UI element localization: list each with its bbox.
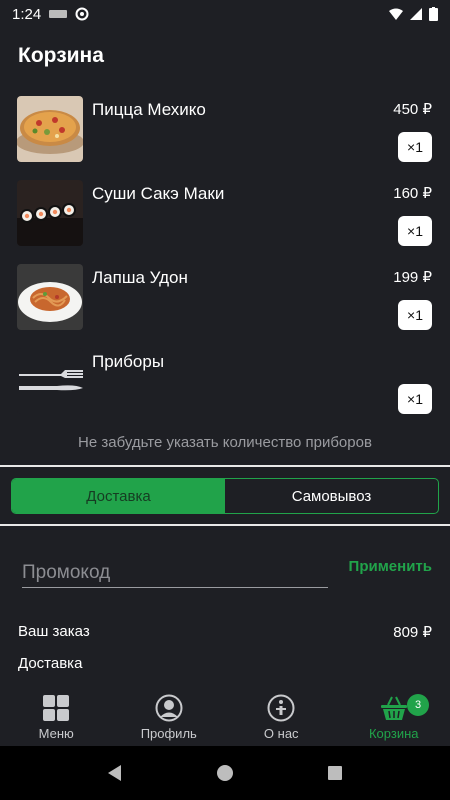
bottom-nav: Меню Профиль О нас Корзина 3: [0, 688, 450, 746]
cart-item: Лапша Удон 199 ₽ ×1: [0, 260, 450, 344]
recents-icon[interactable]: [326, 764, 344, 782]
cart-item: Суши Сакэ Маки 160 ₽ ×1: [0, 176, 450, 260]
nav-label: Профиль: [140, 726, 197, 741]
profile-icon: [155, 694, 183, 722]
noodles-image: [17, 264, 83, 330]
promo-code-input[interactable]: [22, 558, 328, 588]
system-nav-bar: [0, 746, 450, 800]
at-sign-icon: [75, 7, 89, 21]
cart-item: Приборы ×1: [0, 344, 450, 428]
apply-promo-button[interactable]: Применить: [349, 558, 432, 575]
back-icon[interactable]: [106, 764, 124, 782]
item-price: 160 ₽: [393, 185, 432, 202]
nav-cart[interactable]: Корзина 3: [338, 688, 450, 746]
nav-label: Меню: [38, 726, 74, 741]
battery-icon: [429, 7, 438, 21]
divider: [0, 465, 450, 467]
cutlery-image: [17, 348, 83, 414]
divider: [0, 524, 450, 526]
grid-icon: [43, 695, 70, 721]
pizza-image: [17, 96, 83, 162]
item-name: Суши Сакэ Маки: [92, 184, 225, 203]
quantity-button[interactable]: ×1: [398, 216, 432, 246]
status-bar: 1:24: [0, 0, 450, 28]
quantity-button[interactable]: ×1: [398, 300, 432, 330]
nav-label: Корзина: [368, 726, 419, 741]
nav-about[interactable]: О нас: [225, 688, 338, 746]
nav-label: О нас: [263, 726, 299, 741]
order-total-value: 809 ₽: [393, 624, 432, 641]
wifi-icon: [389, 8, 403, 20]
order-total-label: Ваш заказ: [18, 623, 90, 640]
page-title: Корзина: [18, 44, 104, 67]
item-name: Пицца Мехико: [92, 100, 206, 119]
nav-profile[interactable]: Профиль: [113, 688, 226, 746]
item-name: Лапша Удон: [92, 268, 188, 287]
delivery-option[interactable]: Доставка: [12, 479, 225, 513]
status-time: 1:24: [12, 5, 42, 23]
about-icon: [267, 694, 295, 722]
delivery-toggle: Доставка Самовывоз: [11, 478, 439, 514]
basket-icon: [380, 696, 407, 720]
item-price: 450 ₽: [393, 101, 432, 118]
cutlery-hint: Не забудьте указать количество приборов: [78, 434, 372, 451]
home-icon[interactable]: [216, 764, 234, 782]
quantity-button[interactable]: ×1: [398, 132, 432, 162]
signal-icon: [410, 8, 422, 20]
cart-count-badge: 3: [407, 694, 429, 716]
pickup-option[interactable]: Самовывоз: [225, 479, 438, 513]
cart-list: Пицца Мехико 450 ₽ ×1 Суши Сакэ Маки 160…: [0, 92, 450, 428]
delivery-label: Доставка: [18, 655, 83, 672]
item-price: 199 ₽: [393, 269, 432, 286]
app-notification-icon: [49, 10, 68, 18]
quantity-button[interactable]: ×1: [398, 384, 432, 414]
nav-menu[interactable]: Меню: [0, 688, 113, 746]
delivery-row: Доставка: [18, 655, 432, 672]
cart-item: Пицца Мехико 450 ₽ ×1: [0, 92, 450, 176]
sushi-image: [17, 180, 83, 246]
order-total-row: Ваш заказ 809 ₽: [18, 623, 432, 641]
item-name: Приборы: [92, 352, 165, 371]
